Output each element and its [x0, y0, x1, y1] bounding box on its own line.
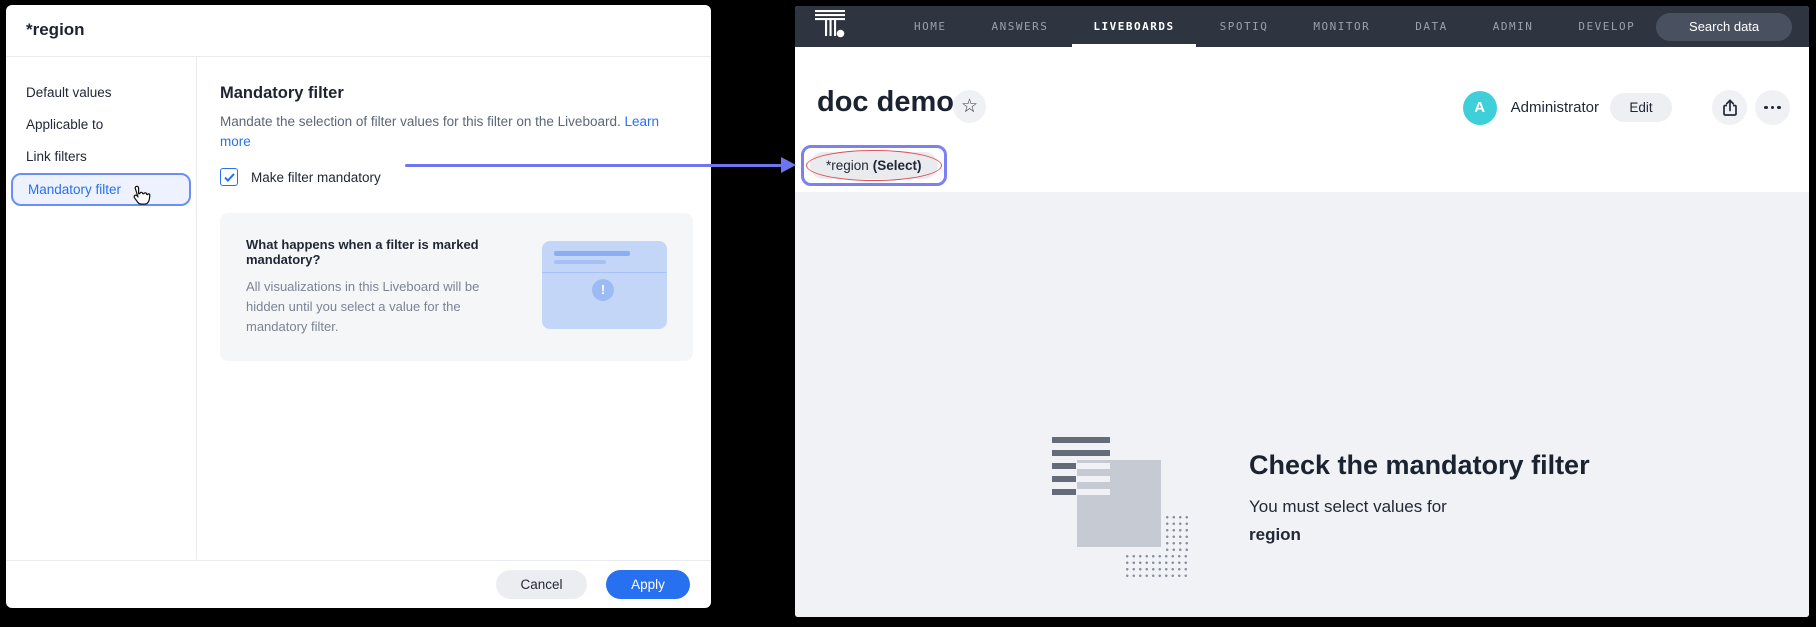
empty-state-filter-name: region: [1249, 523, 1590, 547]
sidebar-item-link-filters[interactable]: Link filters: [6, 141, 196, 173]
nav-item-home[interactable]: HOME: [893, 6, 968, 47]
info-box-body: All visualizations in this Liveboard wil…: [246, 277, 514, 337]
empty-state-message: You must select values for: [1249, 495, 1590, 519]
nav-item-liveboards[interactable]: LIVEBOARDS: [1072, 6, 1195, 47]
header-actions: A Administrator Edit: [1463, 90, 1790, 125]
filter-chip-name: *region: [826, 158, 869, 173]
illustration-line: [554, 251, 630, 256]
sidebar-item-mandatory-filter[interactable]: Mandatory filter: [11, 173, 191, 206]
illustration-bar: [1052, 437, 1110, 443]
illustration-bar: [1052, 489, 1076, 495]
section-description: Mandate the selection of filter values f…: [220, 112, 682, 152]
illustration-gap-bar: [1077, 489, 1110, 495]
filter-chip-highlight-annotation: *region (Select): [801, 145, 947, 186]
illustration-bar: [1052, 463, 1076, 469]
nav-item-monitor[interactable]: MONITOR: [1292, 6, 1391, 47]
mandatory-checkbox[interactable]: [220, 168, 238, 186]
info-box-text: What happens when a filter is marked man…: [246, 237, 514, 337]
illustration-gap-bar: [1077, 463, 1110, 469]
search-data-button[interactable]: Search data: [1656, 13, 1792, 41]
hidden-visualization-illustration: !: [542, 241, 667, 329]
section-heading: Mandatory filter: [220, 84, 693, 103]
liveboard-canvas: Check the mandatory filter You must sele…: [795, 192, 1809, 617]
star-icon: ☆: [961, 97, 978, 116]
nav-item-data[interactable]: DATA: [1394, 6, 1469, 47]
illustration-bar: [1052, 450, 1110, 456]
modal-footer: Cancel Apply: [6, 560, 711, 608]
edit-button[interactable]: Edit: [1610, 93, 1672, 122]
filter-chip-mode: (Select): [873, 158, 922, 173]
share-icon: [1720, 98, 1740, 118]
illustration-dots: [1124, 553, 1190, 579]
more-options-button[interactable]: [1755, 90, 1790, 125]
illustration-line: [554, 260, 606, 264]
empty-state-title: Check the mandatory filter: [1249, 450, 1590, 481]
illustration-divider: [542, 272, 667, 273]
modal-body: Default valuesApplicable toLink filtersM…: [6, 57, 711, 559]
liveboard-app-window: HOMEANSWERSLIVEBOARDSSPOTIQMONITORDATAAD…: [795, 6, 1809, 617]
empty-state-illustration: [1052, 437, 1192, 585]
favorite-star-button[interactable]: ☆: [953, 90, 986, 123]
avatar: A: [1463, 91, 1497, 125]
modal-content: Mandatory filter Mandate the selection o…: [197, 57, 713, 559]
screenshot-canvas: *region Default valuesApplicable toLink …: [0, 0, 1816, 627]
filter-settings-modal: *region Default valuesApplicable toLink …: [6, 5, 711, 608]
nav-item-answers[interactable]: ANSWERS: [971, 6, 1070, 47]
illustration-dots: [1164, 514, 1190, 551]
region-filter-chip[interactable]: *region (Select): [810, 152, 938, 179]
checkmark-icon: [224, 173, 235, 182]
author-name: Administrator: [1511, 99, 1599, 116]
modal-header: *region: [6, 5, 711, 57]
illustration-bar: [1052, 476, 1076, 482]
modal-title: *region: [6, 5, 711, 40]
nav-items: HOMEANSWERSLIVEBOARDSSPOTIQMONITORDATAAD…: [893, 6, 1656, 47]
ellipsis-icon: [1764, 106, 1768, 110]
sidebar-item-default-values[interactable]: Default values: [6, 77, 196, 109]
exclamation-icon: !: [592, 279, 614, 301]
sidebar-item-applicable-to[interactable]: Applicable to: [6, 109, 196, 141]
top-navigation: HOMEANSWERSLIVEBOARDSSPOTIQMONITORDATAAD…: [795, 6, 1809, 47]
cancel-button[interactable]: Cancel: [496, 570, 587, 599]
arrow-line: [405, 164, 783, 167]
make-filter-mandatory-row[interactable]: Make filter mandatory: [220, 168, 693, 186]
modal-sidebar: Default valuesApplicable toLink filtersM…: [6, 57, 197, 559]
chip-ellipse-wrap: *region (Select): [810, 152, 938, 179]
description-text: Mandate the selection of filter values f…: [220, 114, 621, 129]
liveboard-title: doc demo: [817, 86, 954, 119]
apply-button[interactable]: Apply: [606, 570, 690, 599]
illustration-gap-bar: [1077, 476, 1110, 482]
arrow-head-icon: [781, 157, 796, 173]
nav-item-admin[interactable]: ADMIN: [1472, 6, 1555, 47]
thoughtspot-logo-icon[interactable]: [812, 9, 852, 44]
checkbox-label: Make filter mandatory: [251, 170, 381, 185]
info-box-heading: What happens when a filter is marked man…: [246, 237, 514, 267]
nav-item-spotiq[interactable]: SPOTIQ: [1199, 6, 1290, 47]
hand-cursor-icon: [126, 184, 152, 212]
share-button[interactable]: [1712, 90, 1747, 125]
empty-state-text: Check the mandatory filter You must sele…: [1249, 450, 1590, 547]
illustration-square: [1077, 460, 1161, 547]
nav-item-develop[interactable]: DEVELOP: [1557, 6, 1656, 47]
mandatory-info-box: What happens when a filter is marked man…: [220, 213, 693, 361]
